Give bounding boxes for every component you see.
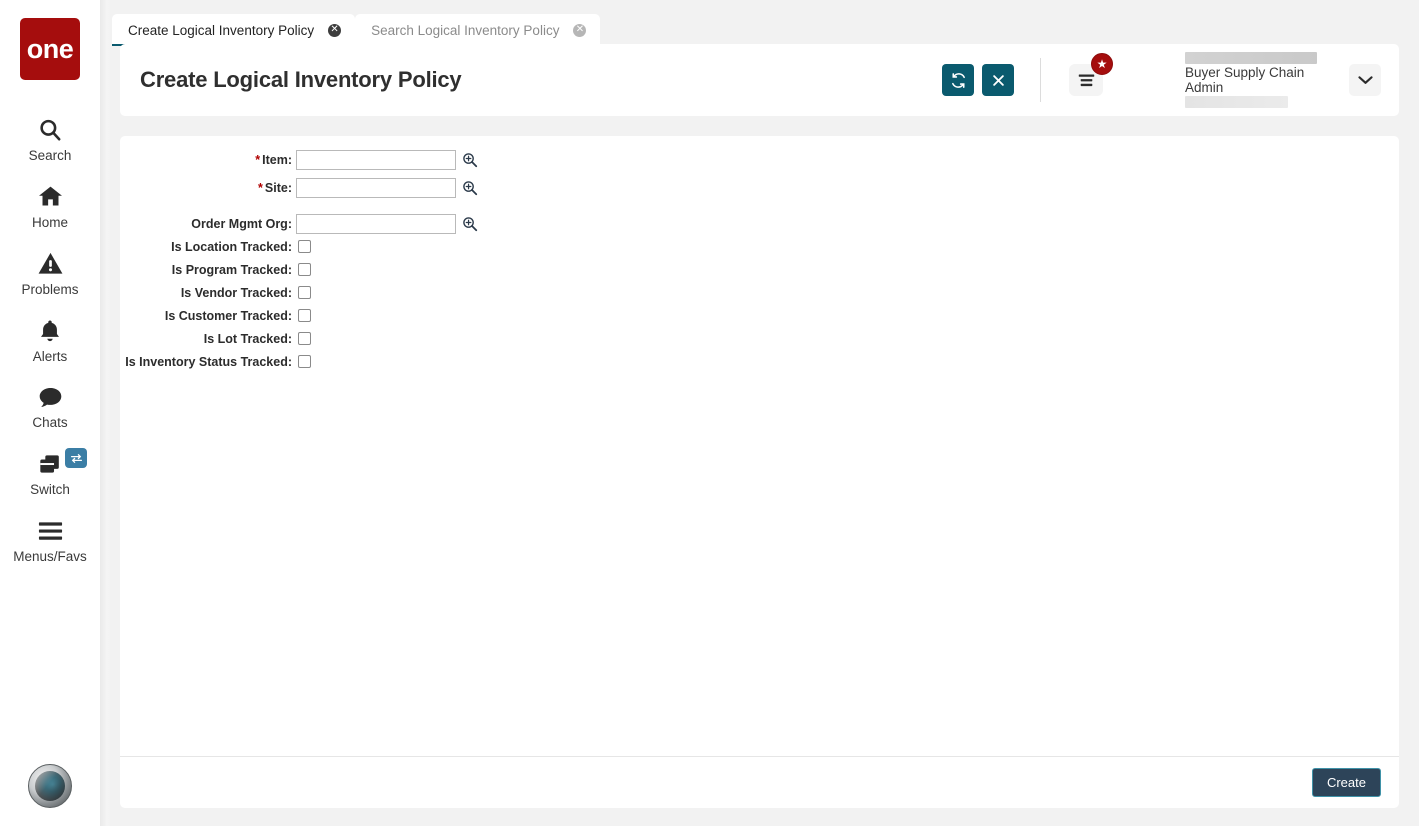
avatar-image <box>35 771 65 801</box>
form-footer: Create <box>120 756 1399 808</box>
is-lot-tracked-checkbox[interactable] <box>298 332 311 345</box>
order-mgmt-org-input[interactable] <box>296 213 456 234</box>
item-label: * Item: <box>255 152 292 167</box>
redacted-bar-top <box>1185 52 1317 64</box>
left-sidebar: one Search Home Problems Alerts Chats Sw… <box>0 0 100 826</box>
sidebar-item-chats[interactable]: Chats <box>0 371 100 438</box>
site-input[interactable] <box>296 177 456 198</box>
star-badge-icon[interactable]: ★ <box>1091 53 1113 75</box>
close-button[interactable] <box>982 64 1014 96</box>
redacted-bar-bottom <box>1185 96 1288 108</box>
home-icon <box>37 180 64 214</box>
search-icon <box>37 113 63 147</box>
sidebar-item-switch[interactable]: Switch <box>0 438 100 505</box>
is-lot-tracked-label: Is Lot Tracked: <box>203 331 292 346</box>
is-location-tracked-label: Is Location Tracked: <box>171 239 292 254</box>
form-row-is-vendor-tracked: Is Vendor Tracked: <box>120 281 1399 304</box>
sidebar-item-label: Problems <box>21 281 79 297</box>
sidebar-item-home[interactable]: Home <box>0 171 100 238</box>
site-lookup-icon[interactable] <box>462 180 478 196</box>
is-vendor-tracked-checkbox[interactable] <box>298 286 311 299</box>
close-icon[interactable]: ✕ <box>328 23 342 37</box>
menu-button-wrapper: ★ <box>1069 53 1113 96</box>
page-header: Create Logical Inventory Policy ★ Buyer … <box>120 44 1399 116</box>
chat-bubble-icon <box>37 380 64 414</box>
is-inventory-status-tracked-label: Is Inventory Status Tracked: <box>125 354 292 369</box>
sidebar-item-problems[interactable]: Problems <box>0 238 100 305</box>
tab-label: Create Logical Inventory Policy <box>128 22 315 38</box>
form-row-is-location-tracked: Is Location Tracked: <box>120 235 1399 258</box>
switch-windows-icon <box>37 447 64 481</box>
site-label: * Site: <box>258 180 292 195</box>
refresh-button[interactable] <box>942 64 974 96</box>
form-row-is-program-tracked: Is Program Tracked: <box>120 258 1399 281</box>
page-title: Create Logical Inventory Policy <box>140 67 462 92</box>
sidebar-item-menus-favs[interactable]: Menus/Favs <box>0 505 100 572</box>
form-row-item: * Item: <box>120 148 1399 171</box>
required-marker: * <box>255 152 261 167</box>
order-mgmt-org-label: Order Mgmt Org: <box>191 216 292 231</box>
is-location-tracked-checkbox[interactable] <box>298 240 311 253</box>
chevron-down-icon[interactable] <box>1349 64 1381 96</box>
sidebar-nav: Search Home Problems Alerts Chats Switch… <box>0 104 100 572</box>
tab-create-logical-inventory-policy[interactable]: Create Logical Inventory Policy ✕ <box>112 14 356 46</box>
tab-strip: Create Logical Inventory Policy ✕ Search… <box>112 14 601 46</box>
close-icon[interactable]: ✕ <box>573 23 587 37</box>
app-logo-text: one <box>26 33 74 64</box>
warning-triangle-icon <box>37 247 64 281</box>
sidebar-item-label: Chats <box>32 415 68 431</box>
content-panel: * Item: * Site: Order Mgmt Org: Is Locat… <box>120 136 1399 808</box>
header-divider <box>1040 58 1041 102</box>
form-row-order-mgmt-org: Order Mgmt Org: <box>120 212 1399 235</box>
is-inventory-status-tracked-checkbox[interactable] <box>298 355 311 368</box>
sidebar-gutter <box>100 0 112 826</box>
is-vendor-tracked-label: Is Vendor Tracked: <box>180 285 292 300</box>
app-root: one Search Home Problems Alerts Chats Sw… <box>0 0 1419 826</box>
inventory-policy-form: * Item: * Site: Order Mgmt Org: Is Locat… <box>120 136 1399 756</box>
switch-toggle-badge[interactable] <box>65 448 87 469</box>
is-customer-tracked-checkbox[interactable] <box>298 309 311 322</box>
user-role-label: Buyer Supply Chain Admin <box>1185 65 1305 95</box>
sidebar-item-label: Switch <box>30 482 70 498</box>
hamburger-icon <box>37 514 64 548</box>
tab-search-logical-inventory-policy[interactable]: Search Logical Inventory Policy ✕ <box>355 14 601 46</box>
sidebar-item-search[interactable]: Search <box>0 104 100 171</box>
sidebar-item-label: Alerts <box>32 348 68 364</box>
user-avatar[interactable] <box>28 764 72 808</box>
bell-icon <box>37 314 63 348</box>
form-row-site: * Site: <box>120 176 1399 199</box>
item-input[interactable] <box>296 149 456 170</box>
is-program-tracked-checkbox[interactable] <box>298 263 311 276</box>
is-program-tracked-label: Is Program Tracked: <box>171 262 292 277</box>
tab-label: Search Logical Inventory Policy <box>371 22 560 38</box>
form-row-is-customer-tracked: Is Customer Tracked: <box>120 304 1399 327</box>
user-info: Buyer Supply Chain Admin <box>1185 52 1335 108</box>
item-lookup-icon[interactable] <box>462 152 478 168</box>
is-customer-tracked-label: Is Customer Tracked: <box>164 308 292 323</box>
sidebar-item-label: Search <box>28 148 72 163</box>
form-row-is-inventory-status-tracked: Is Inventory Status Tracked: <box>120 350 1399 373</box>
form-row-is-lot-tracked: Is Lot Tracked: <box>120 327 1399 350</box>
sidebar-item-label: Home <box>31 214 68 230</box>
required-marker: * <box>258 180 263 195</box>
app-logo[interactable]: one <box>20 18 80 80</box>
sidebar-item-label: Menus/Favs <box>13 549 87 565</box>
sidebar-item-alerts[interactable]: Alerts <box>0 305 100 372</box>
create-button[interactable]: Create <box>1311 768 1381 797</box>
order-mgmt-org-lookup-icon[interactable] <box>462 216 478 232</box>
